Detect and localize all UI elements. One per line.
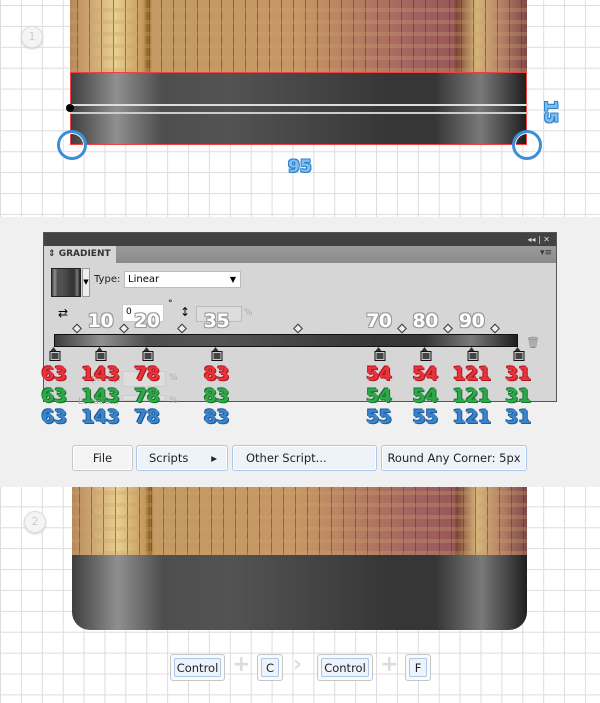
stop-blue-value: 83 bbox=[203, 406, 230, 428]
plus-icon: + bbox=[232, 652, 251, 677]
gradient-swatch[interactable] bbox=[51, 268, 81, 297]
stop-location-label: 80 bbox=[412, 310, 438, 332]
panel-menu-icon[interactable]: ▾≡ bbox=[540, 248, 552, 258]
type-label: Type: bbox=[94, 274, 121, 285]
stop-blue-value: 78 bbox=[134, 406, 160, 428]
stop-blue-value: 143 bbox=[81, 406, 120, 428]
stop-blue-value: 55 bbox=[366, 406, 392, 428]
tab-label: GRADIENT bbox=[58, 249, 111, 259]
angle-unit: ° bbox=[168, 299, 173, 309]
stop-red-value: 83 bbox=[203, 363, 230, 385]
menu-round-any-corner[interactable]: Round Any Corner: 5px bbox=[381, 445, 527, 471]
location-unit: % bbox=[169, 396, 178, 406]
aspect-unit: % bbox=[244, 308, 253, 318]
midpoint-diamond[interactable] bbox=[176, 323, 187, 334]
stop-blue-value: 63 bbox=[41, 406, 67, 428]
tan-body-result bbox=[72, 487, 527, 555]
step-badge: 2 bbox=[24, 511, 46, 533]
color-stop[interactable] bbox=[420, 347, 432, 361]
color-stop[interactable] bbox=[513, 347, 525, 361]
stop-red-value: 31 bbox=[505, 363, 531, 385]
stop-location-label: 90 bbox=[458, 310, 485, 332]
stop-green-value: 54 bbox=[366, 385, 392, 407]
stop-red-value: 54 bbox=[366, 363, 392, 385]
midpoint-diamond[interactable] bbox=[443, 323, 454, 334]
panel-tab-row: ⇕ GRADIENT ▾≡ bbox=[44, 246, 556, 263]
tab-gradient[interactable]: ⇕ GRADIENT bbox=[44, 246, 116, 263]
midpoint-diamond[interactable] bbox=[489, 323, 500, 334]
submenu-arrow-icon: ▸ bbox=[211, 451, 217, 465]
plus-icon: + bbox=[380, 652, 399, 677]
opacity-unit: % bbox=[169, 373, 178, 383]
menu-scripts-label: Scripts bbox=[149, 451, 189, 465]
then-arrow-icon: › bbox=[293, 652, 303, 677]
stop-green-value: 143 bbox=[81, 385, 120, 407]
midpoint-diamond[interactable] bbox=[292, 323, 303, 334]
gradient-panel: ◂◂ | ✕ ⇕ GRADIENT ▾≡ ▼ Type: Linear ▼ ⇄ 0… bbox=[41, 232, 557, 428]
key-control: Control bbox=[317, 654, 373, 681]
panel-titlebar[interactable]: ◂◂ | ✕ bbox=[44, 233, 556, 246]
chevron-down-icon: ▼ bbox=[229, 275, 236, 284]
menu-file[interactable]: File bbox=[72, 445, 133, 471]
delete-stop-icon[interactable]: 🗑 bbox=[526, 336, 540, 349]
angle-value: 0 bbox=[126, 307, 132, 317]
midpoint-diamond[interactable] bbox=[72, 323, 83, 334]
color-stop[interactable] bbox=[49, 347, 61, 361]
stop-green-value: 54 bbox=[412, 385, 438, 407]
reverse-gradient-icon[interactable]: ⇄ bbox=[58, 305, 74, 321]
key-c: C bbox=[257, 654, 283, 681]
menu-scripts[interactable]: Scripts ▸ bbox=[136, 445, 228, 471]
tan-body bbox=[70, 0, 527, 72]
color-stop[interactable] bbox=[95, 347, 107, 361]
color-stop[interactable] bbox=[374, 347, 386, 361]
dark-band bbox=[70, 72, 527, 145]
stop-location-label: 35 bbox=[203, 310, 230, 332]
type-value: Linear bbox=[128, 274, 160, 285]
menu-file-label: File bbox=[92, 451, 113, 465]
stop-blue-value: 55 bbox=[412, 406, 438, 428]
stop-green-value: 121 bbox=[452, 385, 492, 407]
stop-red-value: 63 bbox=[41, 363, 67, 385]
stop-green-value: 83 bbox=[203, 385, 230, 407]
gradient-annotator-line bbox=[70, 104, 528, 106]
stop-location-label: 20 bbox=[134, 310, 160, 332]
menu-round-label: Round Any Corner: 5px bbox=[387, 451, 521, 465]
stop-green-value: 31 bbox=[505, 385, 531, 407]
midpoint-diamond[interactable] bbox=[397, 323, 407, 334]
color-stop[interactable] bbox=[211, 347, 223, 361]
aspect-ratio-icon: ↕ bbox=[180, 305, 191, 319]
type-select[interactable]: Linear ▼ bbox=[124, 271, 241, 288]
stop-red-value: 143 bbox=[81, 363, 120, 385]
height-dimension: 15 bbox=[540, 100, 560, 124]
menu-other-script[interactable]: Other Script... bbox=[232, 445, 377, 471]
key-f: F bbox=[405, 654, 431, 681]
menu-other-label: Other Script... bbox=[246, 451, 327, 465]
rounded-dark-band bbox=[72, 555, 527, 630]
key-control: Control bbox=[170, 654, 225, 681]
stop-red-value: 121 bbox=[452, 363, 492, 385]
swatch-dropdown[interactable]: ▼ bbox=[82, 268, 90, 297]
stop-red-value: 54 bbox=[412, 363, 438, 385]
stop-green-value: 63 bbox=[41, 385, 67, 407]
stop-green-value: 78 bbox=[134, 385, 160, 407]
gradient-annotator-start[interactable] bbox=[66, 104, 74, 112]
stop-red-value: 78 bbox=[134, 363, 160, 385]
stop-location-label: 10 bbox=[87, 310, 114, 332]
stop-blue-value: 31 bbox=[505, 406, 531, 428]
stop-blue-value: 121 bbox=[452, 406, 492, 428]
corner-highlight-right bbox=[512, 130, 542, 160]
gradient-annotator-stops-line bbox=[70, 112, 528, 114]
color-stop[interactable] bbox=[142, 347, 154, 361]
stop-location-label: 70 bbox=[366, 310, 392, 332]
color-stop[interactable] bbox=[467, 347, 479, 361]
width-dimension: 95 bbox=[288, 157, 312, 177]
midpoint-diamond[interactable] bbox=[118, 323, 129, 334]
corner-highlight-left bbox=[57, 130, 87, 160]
step-badge: 1 bbox=[21, 26, 43, 48]
gradient-slider[interactable] bbox=[54, 334, 518, 347]
